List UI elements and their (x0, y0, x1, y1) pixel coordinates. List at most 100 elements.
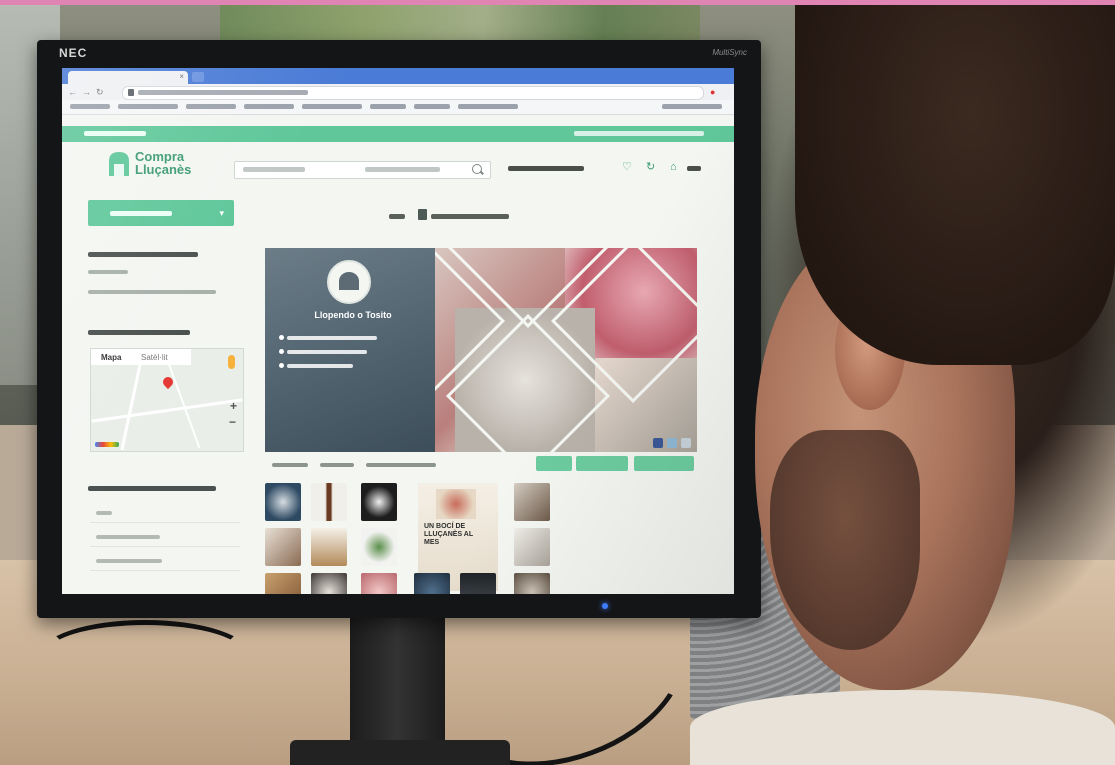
map-tab-satellite[interactable]: Satèl·lit (141, 353, 168, 362)
sort-button[interactable] (576, 456, 628, 471)
instagram-icon[interactable] (681, 438, 691, 448)
map-type-tabs: Mapa Satèl·lit (91, 349, 191, 365)
browser-tab[interactable]: × (68, 71, 188, 84)
url-text (138, 90, 308, 95)
bookmark[interactable] (70, 104, 110, 109)
reload-icon[interactable]: ↻ (96, 87, 104, 98)
vendors-label (110, 211, 172, 216)
sidebar-link[interactable] (88, 290, 216, 294)
browser-tab-bar: × (62, 68, 734, 84)
vendor-logo (327, 260, 371, 304)
banner-info-panel: Llopendo o Tosito (265, 248, 435, 452)
breadcrumb-current (431, 214, 509, 219)
person-hair (795, 5, 1115, 365)
person-shoulder (690, 690, 1115, 765)
product-thumbnail[interactable] (361, 573, 397, 594)
banner-bullet (279, 335, 377, 340)
vendors-dropdown-button[interactable]: ▾ (88, 200, 234, 226)
product-thumbnail[interactable] (460, 573, 496, 594)
photo-scene: NEC MultiSync × ← → ↻ ● Compra Lluçanès … (0, 0, 1115, 765)
breadcrumb-home[interactable] (389, 214, 405, 219)
cable (40, 620, 250, 690)
facebook-icon[interactable] (653, 438, 663, 448)
contact-message-field[interactable] (90, 552, 240, 571)
new-tab-button[interactable] (192, 72, 204, 82)
heart-icon[interactable]: ♡ (622, 161, 634, 173)
header-link[interactable] (508, 166, 584, 171)
cart-icon[interactable]: ⌂ (670, 161, 682, 173)
share-icon[interactable]: ↻ (646, 161, 658, 173)
bookmark[interactable] (186, 104, 236, 109)
zoom-in-button[interactable]: + (230, 399, 237, 413)
screen: × ← → ↻ ● Compra Lluçanès ♡ ↻ ⌂ ▾ Mapa S… (62, 68, 734, 594)
filter-button[interactable] (536, 456, 572, 471)
bookmark[interactable] (370, 104, 406, 109)
search-placeholder (243, 167, 305, 172)
sidebar-heading (88, 486, 216, 491)
product-thumbnail[interactable] (311, 528, 347, 566)
twitter-icon[interactable] (667, 438, 677, 448)
product-thumbnail[interactable] (514, 483, 550, 521)
logo-text: Compra Lluçanès (135, 150, 215, 176)
product-thumbnail[interactable] (361, 528, 397, 566)
view-button[interactable] (634, 456, 694, 471)
search-icon[interactable] (472, 164, 482, 174)
bookmark[interactable] (244, 104, 294, 109)
contact-email-field[interactable] (90, 528, 240, 547)
chevron-down-icon: ▾ (219, 208, 224, 218)
product-thumbnail[interactable] (514, 528, 550, 566)
sidebar-heading (88, 330, 190, 335)
banner-bullet (279, 363, 353, 368)
site-topbar (62, 126, 734, 142)
cart-label[interactable] (687, 166, 701, 171)
product-thumbnail[interactable] (514, 573, 550, 594)
product-thumbnail[interactable] (414, 573, 450, 594)
shop-banner: Llopendo o Tosito (265, 248, 697, 452)
tab-info[interactable] (366, 463, 436, 467)
search-input[interactable] (234, 161, 491, 179)
monitor: NEC MultiSync × ← → ↻ ● Compra Lluçanès … (37, 40, 761, 618)
bookmark[interactable] (458, 104, 518, 109)
store-icon (109, 152, 129, 176)
product-thumbnail[interactable] (311, 573, 347, 594)
topbar-links[interactable] (574, 131, 704, 136)
product-thumbnail[interactable] (265, 483, 301, 521)
site-logo[interactable]: Compra Lluçanès (106, 148, 206, 184)
close-icon[interactable]: × (179, 72, 184, 81)
bookmark[interactable] (118, 104, 178, 109)
map-tab-map[interactable]: Mapa (101, 353, 121, 362)
monitor-brand: NEC (59, 46, 88, 60)
store-icon (418, 209, 427, 220)
monitor-model: MultiSync (712, 48, 747, 57)
product-thumbnail[interactable] (311, 483, 347, 521)
zoom-out-button[interactable]: − (229, 415, 236, 429)
sidebar-heading (88, 252, 198, 257)
bookmarks-bar (62, 100, 734, 115)
category-select[interactable] (365, 167, 440, 172)
promo-text: UN BOCÍ DE LLUÇANÈS AL MES (424, 523, 473, 546)
monitor-stand-base (290, 740, 510, 765)
address-bar[interactable] (122, 86, 704, 100)
sidebar-link[interactable] (88, 270, 128, 274)
back-icon[interactable]: ← (68, 87, 77, 97)
banner-bullet (279, 349, 367, 354)
forward-icon[interactable]: → (82, 87, 91, 97)
menu-icon[interactable]: ● (710, 87, 715, 97)
lock-icon (128, 89, 134, 96)
bookmark[interactable] (414, 104, 450, 109)
tab-products[interactable] (272, 463, 308, 467)
bookmark[interactable] (302, 104, 362, 109)
contact-name-field[interactable] (90, 504, 240, 523)
pegman-icon[interactable] (228, 355, 235, 369)
browser-toolbar: ← → ↻ ● (62, 84, 734, 100)
power-led (602, 603, 608, 609)
social-links (653, 438, 691, 448)
product-thumbnail[interactable] (361, 483, 397, 521)
product-thumbnail[interactable] (265, 528, 301, 566)
banner-title: Llopendo o Tosito (314, 310, 392, 320)
tab-reviews[interactable] (320, 463, 354, 467)
bookmark[interactable] (662, 104, 722, 109)
topbar-text (84, 131, 146, 136)
shop-location-map[interactable]: Mapa Satèl·lit + − (90, 348, 244, 452)
product-thumbnail[interactable] (265, 573, 301, 594)
